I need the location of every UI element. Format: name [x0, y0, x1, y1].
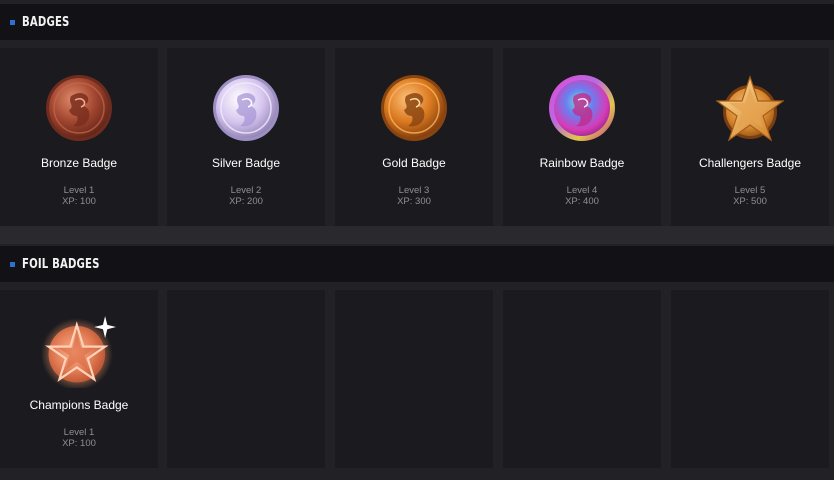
section-header-badges: BADGES [0, 4, 834, 40]
empty-badge-slot [335, 290, 493, 468]
badge-level: Level 4 [566, 185, 598, 196]
bronze-coin-icon [46, 75, 112, 141]
badge-xp: XP: 200 [229, 196, 263, 207]
empty-badge-slot [671, 290, 829, 468]
badge-xp: XP: 100 [62, 438, 96, 449]
section-marker-icon [10, 19, 15, 25]
silver-coin-icon [213, 75, 279, 141]
badge-level: Level 1 [63, 185, 95, 196]
badge-xp: XP: 300 [397, 196, 431, 207]
foil-star-medal-icon [42, 316, 116, 388]
rainbow-coin-icon [549, 75, 615, 141]
section-title: FOIL BADGES [22, 256, 100, 272]
badge-level: Level 1 [63, 427, 95, 438]
badge-name: Silver Badge [211, 156, 281, 170]
badge-card-bronze[interactable]: Bronze Badge Level 1 XP: 100 [0, 48, 158, 226]
foil-badges-row: Champions Badge Level 1 XP: 100 [0, 290, 834, 468]
section-title: BADGES [22, 14, 70, 30]
badge-card-rainbow[interactable]: Rainbow Badge Level 4 XP: 400 [503, 48, 661, 226]
badge-xp: XP: 500 [733, 196, 767, 207]
gold-coin-icon [381, 75, 447, 141]
badge-card-gold[interactable]: Gold Badge Level 3 XP: 300 [335, 48, 493, 226]
badge-xp: XP: 400 [565, 196, 599, 207]
section-marker-icon [10, 261, 15, 267]
empty-badge-slot [503, 290, 661, 468]
badge-name: Challengers Badge [698, 156, 802, 170]
badge-name: Rainbow Badge [539, 156, 625, 170]
badge-name: Gold Badge [382, 156, 446, 170]
badge-card-champions[interactable]: Champions Badge Level 1 XP: 100 [0, 290, 158, 468]
badge-card-challengers[interactable]: Challengers Badge Level 5 XP: 500 [671, 48, 829, 226]
badge-level: Level 3 [398, 185, 430, 196]
badge-xp: XP: 100 [62, 196, 96, 207]
badge-level: Level 2 [230, 185, 262, 196]
badge-name: Champions Badge [29, 398, 129, 412]
star-medal-icon [716, 75, 784, 142]
badge-card-silver[interactable]: Silver Badge Level 2 XP: 200 [167, 48, 325, 226]
empty-badge-slot [167, 290, 325, 468]
section-divider [0, 226, 834, 244]
badge-level: Level 5 [734, 185, 766, 196]
section-header-foil-badges: FOIL BADGES [0, 246, 834, 282]
badge-name: Bronze Badge [40, 156, 118, 170]
badges-row: Bronze Badge Level 1 XP: 100 Silver Badg… [0, 48, 834, 226]
